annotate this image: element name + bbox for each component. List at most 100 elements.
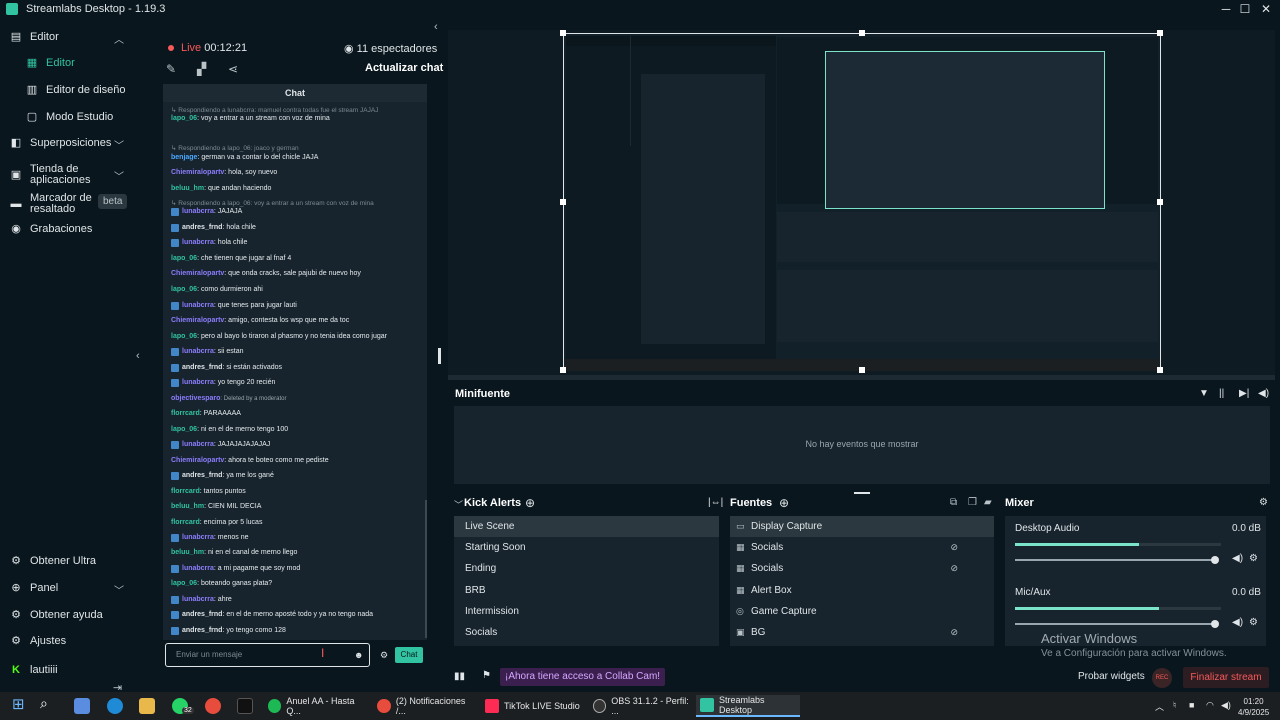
resize-handle-br[interactable] — [1157, 367, 1163, 373]
chat-username[interactable]: lapo_06 — [171, 255, 197, 262]
source-item[interactable]: ▦ Socials ⊘ — [730, 537, 994, 558]
chat-username[interactable]: florrcard — [171, 488, 200, 495]
chat-send-button[interactable]: Chat — [395, 647, 423, 663]
chat-username[interactable]: andres_frnd — [171, 364, 222, 371]
source-item[interactable]: ▣ BG ⊘ — [730, 622, 994, 643]
folder-icon[interactable]: ▰ — [984, 497, 992, 508]
chevron-down-icon[interactable]: ﹀ — [114, 137, 124, 152]
nav-highlighter[interactable]: ▬ Marcador de resaltado — [10, 190, 100, 218]
skip-icon[interactable]: ▶| — [1239, 388, 1249, 399]
chat-username[interactable]: lunabcrra — [171, 596, 214, 603]
stats-icon[interactable]: ▮▮ — [454, 671, 465, 682]
copy-icon[interactable]: ❐ — [968, 497, 977, 508]
speaker-icon[interactable]: ◀) — [1221, 700, 1231, 711]
chat-username[interactable]: Chiemiralopartv — [171, 270, 224, 277]
minimize-icon[interactable]: ─ — [1216, 1, 1236, 17]
add-source-icon[interactable]: ⊕ — [779, 496, 789, 510]
edit-icon[interactable]: ✎ — [166, 62, 176, 76]
filter-icon[interactable]: ▼ — [1199, 388, 1209, 399]
nav-sub-editor[interactable]: ▦ Editor — [26, 53, 75, 73]
chat-scrollbar[interactable] — [425, 500, 427, 638]
source-settings-icon[interactable]: ⧉ — [950, 497, 957, 508]
nav-recordings[interactable]: ◉ Grabaciones — [10, 219, 92, 239]
nav-editor[interactable]: ▤ Editor — [10, 27, 59, 47]
chat-username[interactable]: andres_frnd — [171, 224, 222, 231]
preview-divider[interactable] — [448, 375, 1275, 380]
resize-handle-tr[interactable] — [1157, 30, 1163, 36]
source-item[interactable]: ▭ Display Capture — [730, 516, 994, 537]
chevron-up-icon[interactable]: ︿ — [114, 31, 124, 46]
chevron-down-icon[interactable]: ﹀ — [114, 168, 124, 183]
chat-username[interactable]: lunabcrra — [171, 302, 214, 309]
nav-studio-mode[interactable]: ▢ Modo Estudio — [26, 107, 113, 127]
scene-item[interactable]: BRB — [454, 580, 719, 601]
scene-item[interactable]: Starting Soon — [454, 537, 719, 558]
chat-username[interactable]: florrcard — [171, 519, 200, 526]
chat-username[interactable]: Chiemiralopartv — [171, 169, 224, 176]
microphone-icon[interactable]: ♮ — [1173, 700, 1176, 711]
chat-username[interactable]: lunabcrra — [171, 534, 214, 541]
resize-handle-tl[interactable] — [560, 30, 566, 36]
resize-handle-r[interactable] — [1157, 199, 1163, 205]
nav-get-ultra[interactable]: ⚙ Obtener Ultra — [10, 551, 96, 571]
nav-app-store[interactable]: ▣ Tienda de aplicaciones — [10, 161, 100, 189]
chat-username[interactable]: lunabcrra — [171, 441, 214, 448]
chat-username[interactable]: andres_frnd — [171, 472, 222, 479]
chrome-icon[interactable] — [205, 698, 221, 714]
volume-slider[interactable] — [1015, 623, 1215, 625]
taskbar-app-streamlabs[interactable]: Streamlabs Desktop — [696, 695, 800, 717]
chat-username[interactable]: lunabcrra — [171, 208, 214, 215]
chat-username[interactable]: lunabcrra — [171, 239, 214, 246]
volume-slider-knob[interactable] — [1211, 556, 1219, 564]
resize-handle-b[interactable] — [859, 367, 865, 373]
resize-handle[interactable] — [438, 348, 441, 364]
hidden-eye-icon[interactable]: ⊘ — [950, 558, 958, 579]
volume-slider-knob[interactable] — [1211, 620, 1219, 628]
channel-settings-icon[interactable]: ⚙ — [1249, 617, 1258, 628]
pause-icon[interactable]: || — [1219, 388, 1224, 399]
collapse-left-icon[interactable]: ‹ — [434, 21, 438, 33]
record-button[interactable]: REC — [1152, 668, 1172, 688]
taskbar-app-obs[interactable]: OBS 31.1.2 - Perfil: ... — [589, 695, 693, 717]
search-icon[interactable]: ⌕ — [40, 695, 56, 711]
stream-info-icon[interactable]: ▞ — [197, 62, 206, 76]
expand-left-icon[interactable]: ‹ — [136, 350, 140, 362]
edge-icon[interactable] — [107, 698, 123, 714]
taskbar-app-spotify[interactable]: Anuel AA - Hasta Q... — [264, 695, 368, 717]
hidden-eye-icon[interactable]: ⊘ — [950, 537, 958, 558]
volume-slider[interactable] — [1015, 559, 1215, 561]
collab-cam-notice[interactable]: ¡Ahora tiene acceso a Collab Cam! — [500, 668, 666, 686]
chat-username[interactable]: benjage — [171, 154, 197, 161]
resize-handle-bl[interactable] — [560, 367, 566, 373]
taskbar-clock[interactable]: 01:20 4/9/2025 — [1238, 696, 1269, 718]
file-explorer-icon[interactable] — [139, 698, 155, 714]
taskbar-app-tiktok-live[interactable]: TikTok LIVE Studio — [481, 695, 585, 717]
chat-username[interactable]: objectivesparo — [171, 395, 220, 402]
nav-layout-editor[interactable]: ▥ Editor de diseño — [26, 80, 126, 100]
scene-item[interactable]: Intermission — [454, 601, 719, 622]
scene-item[interactable]: Socials — [454, 622, 719, 643]
speaker-icon[interactable]: ◀) — [1232, 617, 1243, 628]
panel-drag-handle[interactable] — [854, 492, 870, 494]
resize-handle-l[interactable] — [560, 199, 566, 205]
chat-username[interactable]: andres_frnd — [171, 627, 222, 634]
wifi-icon[interactable]: ◠ — [1206, 700, 1214, 711]
chevron-down-icon[interactable]: ﹀ — [454, 498, 463, 511]
source-item[interactable]: ◎ Game Capture — [730, 601, 994, 622]
speaker-icon[interactable]: ◀) — [1232, 553, 1243, 564]
chat-username[interactable]: Chiemiralopartv — [171, 317, 224, 324]
chat-username[interactable]: beluu_hm — [171, 185, 204, 192]
scene-transition-icon[interactable]: |⇔| — [708, 497, 723, 508]
volume-icon[interactable]: ◀) — [1258, 388, 1269, 399]
nav-panel[interactable]: ⊕ Panel — [10, 578, 58, 598]
maximize-icon[interactable]: ☐ — [1235, 1, 1255, 17]
scene-item[interactable]: Live Scene — [454, 516, 719, 537]
resize-handle-t[interactable] — [859, 30, 865, 36]
nav-help[interactable]: ⚙ Obtener ayuda — [10, 605, 103, 625]
chevron-down-icon[interactable]: ﹀ — [114, 582, 124, 597]
mixer-settings-icon[interactable]: ⚙ — [1259, 497, 1268, 508]
nav-settings[interactable]: ⚙ Ajustes — [10, 631, 66, 651]
chat-username[interactable]: lunabcrra — [171, 565, 214, 572]
chat-username[interactable]: beluu_hm — [171, 503, 204, 510]
chat-username[interactable]: florrcard — [171, 410, 200, 417]
